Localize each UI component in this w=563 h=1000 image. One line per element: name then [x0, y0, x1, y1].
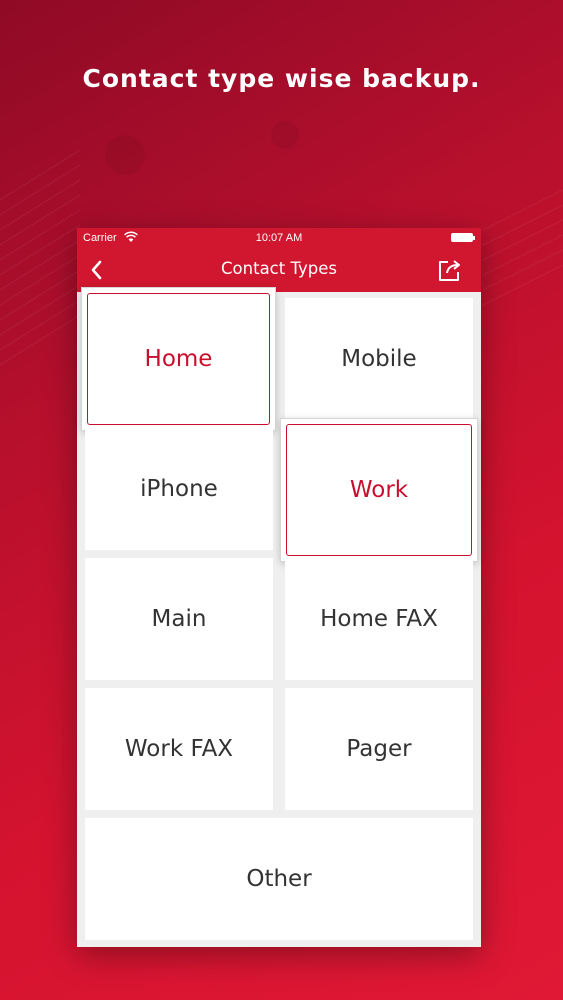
contact-type-iphone[interactable]: iPhone: [85, 428, 273, 550]
contact-type-work-fax[interactable]: Work FAX: [85, 688, 273, 810]
status-bar: Carrier 10:07 AM: [77, 228, 481, 248]
page-title: Contact Types: [221, 259, 337, 278]
contact-type-pager[interactable]: Pager: [285, 688, 473, 810]
battery-icon: [451, 233, 475, 242]
contact-type-mobile[interactable]: Mobile: [285, 298, 473, 420]
contact-type-home[interactable]: Home: [81, 287, 276, 431]
headline: Contact type wise backup.: [82, 64, 481, 93]
contact-type-main[interactable]: Main: [85, 558, 273, 680]
status-time: 10:07 AM: [255, 232, 303, 244]
share-button[interactable]: [437, 257, 463, 283]
contact-type-other[interactable]: Other: [85, 818, 473, 940]
navigation-bar: Contact Types: [77, 248, 481, 292]
contact-type-work[interactable]: Work: [280, 418, 478, 562]
contact-type-label: Work: [286, 424, 472, 556]
contact-type-label: Home: [87, 293, 270, 425]
contact-type-home-fax[interactable]: Home FAX: [285, 558, 473, 680]
phone-screen: Carrier 10:07 AM Contact Types Home Mobi…: [77, 228, 481, 947]
